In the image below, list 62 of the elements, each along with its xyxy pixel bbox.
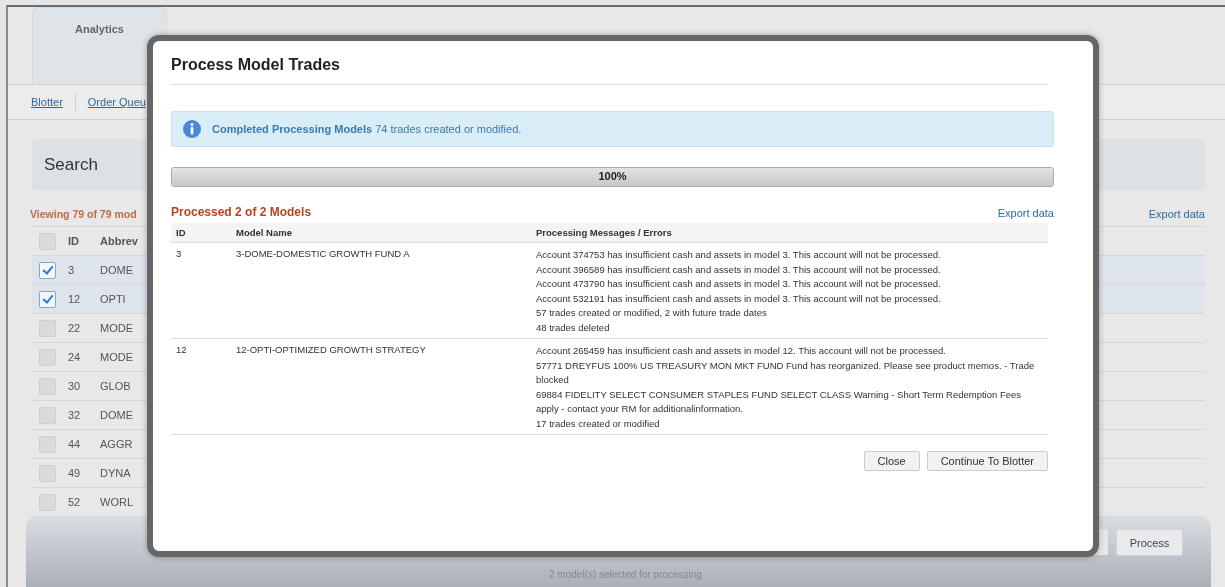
processing-message: 57 trades created or modified, 2 with future trade dates [536, 306, 768, 320]
export-link[interactable]: Export data [1148, 208, 1205, 221]
row-checkbox[interactable] [39, 261, 56, 279]
row-checkbox[interactable] [39, 348, 56, 366]
export-link[interactable]: Export data [997, 207, 1054, 219]
row-checkbox[interactable] [39, 290, 56, 308]
table-cell: 12 [171, 338, 231, 435]
nav-link[interactable]: Order Queu [87, 96, 146, 109]
column-header: Model Name [231, 223, 531, 243]
table-cell: 12-OPTI-OPTIMIZED GROWTH STRATEGY [231, 338, 531, 435]
table-cell: DOME [100, 264, 133, 277]
select-all-checkbox[interactable] [39, 232, 56, 250]
dialog-title: Process Model Trades [171, 56, 1048, 85]
table-cell: WORL [100, 496, 133, 509]
processing-message: Account 473790 has insufficient cash and assets in model 3. This account will not be processed. [536, 277, 942, 291]
table-cell: MODE [100, 322, 133, 335]
table-cell-text: 52 [68, 496, 82, 509]
processing-message: Account 265459 has insufficient cash and assets in model 12. This account will not be processed. [536, 344, 947, 358]
processing-message: Account 396589 has insufficient cash and assets in model 3. This account will not be processed. [536, 262, 942, 277]
column-header: Processing Messages / Errors [531, 223, 1048, 243]
column-header: ID [68, 235, 80, 248]
dialog-button[interactable]: Continue To Blotter [926, 451, 1048, 471]
processed-summary: Processed 2 of 2 Models [171, 205, 312, 219]
row-checkbox[interactable] [39, 493, 56, 511]
process-button[interactable]: Process [1116, 529, 1183, 557]
table-cell-text: 32 [68, 409, 82, 422]
nav-tab[interactable]: Analytics [32, 7, 167, 84]
search-title: Search [44, 154, 98, 175]
viewing-count: Viewing 79 of 79 mod [30, 208, 137, 221]
processing-message: 17 trades created or modified [536, 416, 661, 431]
processing-message: 69884 FIDELITY SELECT CONSUMER STAPLES FUND SELECT CLASS Warning - Short Term Redemption Fees apply - contact your RM for additionalinformation. [536, 387, 1023, 416]
dialog-button[interactable]: Close [863, 451, 920, 471]
table-cell-text: 44 [68, 438, 82, 451]
table-cell: MODE [100, 351, 133, 364]
table-cell-text: 22 [68, 322, 82, 335]
table-cell: DYNA [100, 467, 131, 480]
table-cell-text: 49 [68, 467, 82, 480]
info-icon [182, 119, 202, 139]
table-cell: DOME [100, 409, 133, 422]
column-header: Abbrev [100, 235, 138, 248]
processing-message: 48 trades deleted [536, 320, 611, 335]
table-cell-text: 3 [68, 264, 76, 277]
table-cell: AGGR [100, 438, 133, 451]
column-header: ID [171, 223, 231, 243]
processing-message: Account 532191 has insufficient cash and assets in model 3. This account will not be processed. [536, 291, 942, 306]
processing-message: 57771 DREYFUS 100% US TREASURY MON MKT FUND Fund has reorganized. Please see product memos. - Trade blocked [536, 358, 1036, 387]
row-checkbox[interactable] [39, 435, 56, 453]
row-checkbox[interactable] [39, 377, 56, 395]
row-checkbox[interactable] [39, 319, 56, 337]
table-cell: 3 [171, 242, 231, 339]
alert-message: Completed Processing Models 74 trades created or modified. [212, 123, 522, 135]
row-checkbox[interactable] [39, 464, 56, 482]
row-checkbox[interactable] [39, 406, 56, 424]
progress-label: 100% [597, 170, 628, 182]
table-cell: OPTI [100, 293, 126, 306]
processing-message: Account 374753 has insufficient cash and assets in model 3. This account will not be processed. [536, 248, 942, 262]
table-cell-text: 12 [68, 293, 82, 306]
table-cell: 3-DOME-DOMESTIC GROWTH FUND A [231, 242, 531, 339]
table-cell-text: 30 [68, 380, 82, 393]
table-cell: GLOB [100, 380, 131, 393]
nav-link[interactable]: Blotter [31, 96, 63, 109]
table-cell-text: 24 [68, 351, 82, 364]
